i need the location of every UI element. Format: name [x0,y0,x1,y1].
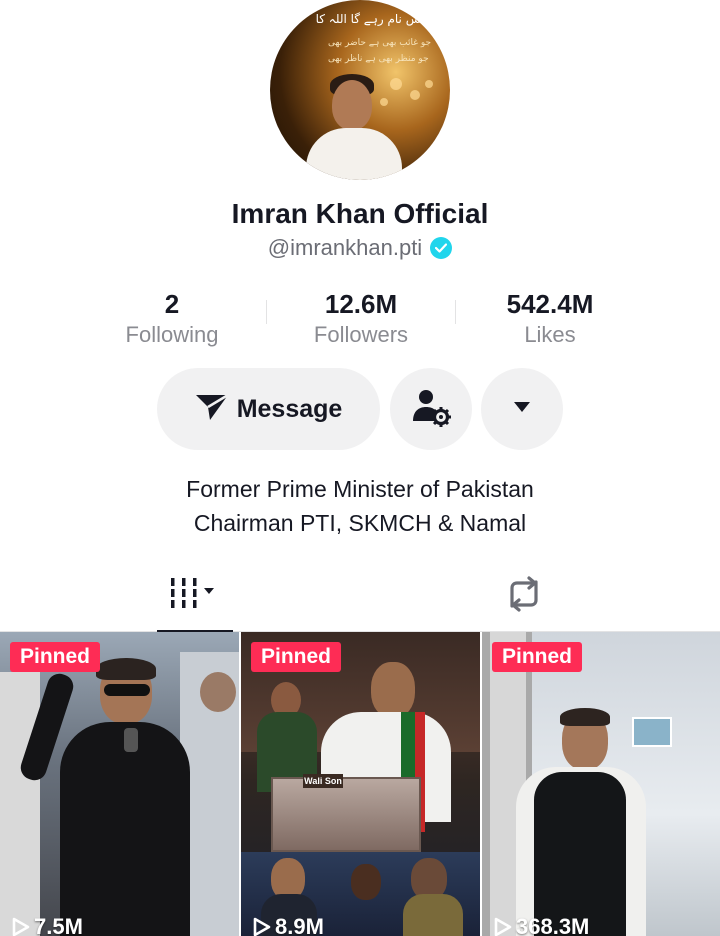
pinned-badge: Pinned [251,642,342,672]
caret-down-icon [513,400,531,418]
stat-followers-label: Followers [313,322,409,347]
avatar-bokeh [410,90,420,100]
send-icon [195,392,229,427]
avatar-text-line3: جو منظر بھی ہے ناظر بھی [328,54,429,64]
verified-badge-icon [430,237,453,259]
stat-following[interactable]: 2 Following [82,288,262,350]
handle-row: @imrankhan.pti [0,235,720,261]
stat-divider [266,300,267,324]
stat-likes-value: 542.4M [506,289,594,319]
figure-vest [534,772,626,936]
stat-followers-value: 12.6M [324,289,398,319]
microphone [124,728,138,752]
bio-line-2: Chairman PTI, SKMCH & Namal [193,510,527,536]
stat-following-value: 2 [164,289,180,319]
figure-hair [560,708,610,726]
video-thumbnail[interactable]: Wali Son Pinned 8.9M [241,632,480,936]
avatar-text-line2: جو غائب بھی ہے حاضر بھی [328,38,432,48]
inset-figure [351,864,381,900]
view-count-text: 8.9M [275,914,324,936]
tab-videos[interactable] [157,560,233,633]
video-thumbnail[interactable]: Pinned 7.5M [0,632,239,936]
avatar-bokeh [390,78,402,90]
grid-icon [167,576,223,617]
profile-bio: Former Prime Minister of Pakistan Chairm… [0,472,720,540]
play-icon [12,917,30,936]
message-button[interactable]: Message [157,368,380,450]
stat-followers[interactable]: 12.6M Followers [271,288,451,350]
view-count: 368.3M [494,914,589,936]
podium-sign: Wali Son [303,774,343,788]
stat-following-label: Following [125,322,219,347]
play-icon [253,917,271,936]
avatar-text-line1: بس نام رہے گا اللہ کا [315,12,425,26]
view-count-text: 368.3M [516,914,590,936]
crowd-figure [200,672,236,712]
add-friend-button[interactable] [390,368,472,450]
profile-avatar[interactable]: بس نام رہے گا اللہ کا جو غائب بھی ہے حاض… [270,0,450,180]
person-settings-icon [411,387,451,432]
profile-name: Imran Khan Official [231,198,489,229]
bio-line-1: Former Prime Minister of Pakistan [186,476,534,502]
inset-figure [403,894,463,936]
play-icon [494,917,512,936]
stat-likes-label: Likes [524,322,576,347]
profile-stats: 2 Following 12.6M Followers 542.4M Likes [0,288,720,348]
video-grid: Pinned 7.5M Wali Son Pinned 8.9M Pinned … [0,632,720,936]
pinned-badge: Pinned [492,642,583,672]
wall-sign [632,717,672,747]
speaker-head [371,662,415,718]
podium [271,777,421,852]
message-button-label: Message [236,394,343,423]
sunglasses [104,684,150,696]
crowd-figure [0,672,40,936]
view-count: 7.5M [12,914,83,936]
profile-tabs [0,560,720,633]
view-count-text: 7.5M [34,914,83,936]
more-options-button[interactable] [481,368,563,450]
avatar-figure-head [332,80,372,130]
video-thumbnail[interactable]: Pinned 368.3M [482,632,720,936]
stat-likes[interactable]: 542.4M Likes [460,288,640,350]
pinned-badge: Pinned [10,642,101,672]
avatar-figure-body [306,128,402,180]
speaker-hair [96,658,156,680]
repost-icon [504,575,544,617]
stat-divider [455,300,456,324]
speaker-body [60,722,190,936]
view-count: 8.9M [253,914,324,936]
tab-reposts[interactable] [486,560,562,632]
avatar-bokeh [425,80,433,88]
avatar-bokeh [380,98,388,106]
profile-handle: @imrankhan.pti [267,235,423,260]
